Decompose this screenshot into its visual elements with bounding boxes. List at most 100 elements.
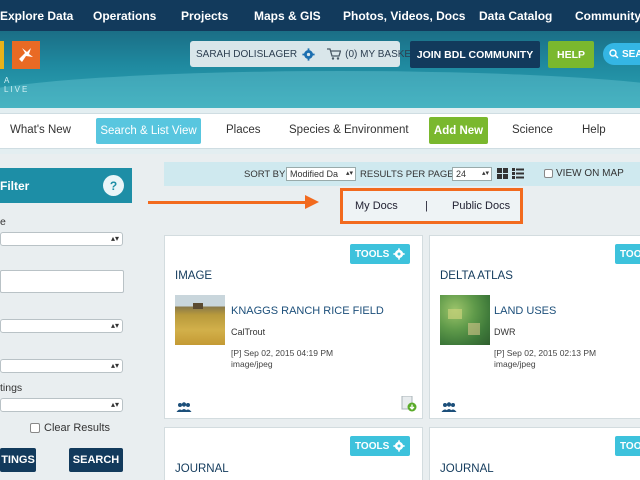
topnav-data-catalog[interactable]: Data Catalog xyxy=(479,9,552,23)
filter-title: Filter xyxy=(0,179,30,193)
topnav-maps-gis[interactable]: Maps & GIS xyxy=(254,9,321,23)
card-mime: image/jpeg xyxy=(231,359,273,369)
sort-by-value: Modified Da xyxy=(290,169,339,179)
card-type: DELTA ATLAS xyxy=(440,270,513,282)
grid-view-icon[interactable] xyxy=(497,168,508,179)
results-toolbar: SORT BY Modified Da ▴▾ RESULTS PER PAGE … xyxy=(164,162,640,186)
card-date: [P] Sep 02, 2015 02:13 PM xyxy=(494,348,597,358)
logo-bird-icon xyxy=(12,41,40,69)
results-per-page-value: 24 xyxy=(456,169,467,179)
subnav-science[interactable]: Science xyxy=(512,124,553,136)
list-view-icon[interactable] xyxy=(512,168,524,179)
chevron-updown-icon: ▴▾ xyxy=(110,400,119,409)
filter-search-button[interactable]: SEARCH xyxy=(69,448,123,472)
chevron-updown-icon: ▴▾ xyxy=(481,170,489,177)
tools-button[interactable]: TOOLS xyxy=(615,244,640,264)
card-thumbnail-land-uses[interactable] xyxy=(440,295,490,345)
tab-my-docs[interactable]: My Docs xyxy=(355,200,398,212)
subnav-species-environment[interactable]: Species & Environment xyxy=(289,124,409,136)
card-org: CalTrout xyxy=(231,327,266,337)
chevron-updown-icon: ▴▾ xyxy=(110,321,119,330)
view-on-map-checkbox[interactable] xyxy=(544,169,553,178)
chevron-updown-icon: ▴▾ xyxy=(345,170,353,177)
filter-text-input[interactable] xyxy=(0,270,124,293)
logo-text: A LIVE xyxy=(4,76,30,94)
tools-label: TOOLS xyxy=(355,248,390,260)
join-community-button[interactable]: JOIN BDL COMMUNITY xyxy=(410,41,540,68)
tools-button[interactable]: TOOLS xyxy=(615,436,640,456)
tools-button[interactable]: TOOLS xyxy=(350,244,411,264)
thumb-patch xyxy=(448,309,462,319)
topnav-operations[interactable]: Operations xyxy=(93,9,156,23)
card-title[interactable]: KNAGGS RANCH RICE FIELD xyxy=(231,305,384,317)
filter-select-3[interactable]: ▴▾ xyxy=(0,359,123,373)
search-icon xyxy=(609,49,619,59)
filter-select-1[interactable]: ▴▾ xyxy=(0,232,123,246)
card-type: JOURNAL xyxy=(440,463,494,475)
topnav-community[interactable]: Community xyxy=(575,9,640,23)
header-search-button[interactable]: SEA xyxy=(603,43,640,65)
user-name[interactable]: SARAH DOLISLAGER xyxy=(196,49,297,60)
card-thumbnail-rice-field[interactable] xyxy=(175,295,225,345)
result-card[interactable]: TOOLS JOURNAL xyxy=(164,427,423,480)
card-type: IMAGE xyxy=(175,270,213,282)
filter-help-icon[interactable]: ? xyxy=(103,175,124,196)
thumb-harvester-shape xyxy=(193,303,203,309)
secondary-nav: What's New Search & List View Places Spe… xyxy=(0,108,640,154)
result-card[interactable]: TOOLS IMAGE KNAGGS RANCH RICE FIELD CalT… xyxy=(164,235,423,419)
filter-select-2[interactable]: ▴▾ xyxy=(0,319,123,333)
basket-icon[interactable] xyxy=(327,48,342,60)
results-per-page-select[interactable]: 24 ▴▾ xyxy=(452,167,492,181)
help-button[interactable]: HELP xyxy=(548,41,594,68)
topnav-projects[interactable]: Projects xyxy=(181,9,228,23)
filter-select-4[interactable]: ▴▾ xyxy=(0,398,123,412)
banner-wave xyxy=(0,71,640,108)
header-search-label: SEA xyxy=(622,48,640,60)
top-nav: Explore Data Operations Projects Maps & … xyxy=(0,0,640,31)
user-menu[interactable]: SARAH DOLISLAGER (0) MY BASKET xyxy=(190,41,417,67)
topnav-explore-data[interactable]: Explore Data xyxy=(0,9,73,23)
chevron-updown-icon: ▴▾ xyxy=(110,234,119,243)
result-card[interactable]: TOOLS JOURNAL xyxy=(429,427,640,480)
results-per-page-label: RESULTS PER PAGE xyxy=(360,169,454,180)
tab-public-docs[interactable]: Public Docs xyxy=(452,200,510,212)
subnav-whats-new[interactable]: What's New xyxy=(10,124,71,136)
doc-tabs-highlight: My Docs | Public Docs xyxy=(340,188,523,224)
site-logo[interactable]: A LIVE xyxy=(0,41,40,94)
filter-label-settings: tings xyxy=(0,382,23,394)
clear-results-option[interactable]: Clear Results xyxy=(30,422,110,434)
gear-icon xyxy=(393,440,405,452)
subnav-search-list-view[interactable]: Search & List View xyxy=(96,118,201,144)
card-title[interactable]: LAND USES xyxy=(494,305,556,317)
people-icon[interactable] xyxy=(176,399,192,412)
sort-by-select[interactable]: Modified Da ▴▾ xyxy=(286,167,356,181)
tools-button[interactable]: TOOLS xyxy=(350,436,411,456)
basket-link[interactable]: (0) MY BASKET xyxy=(345,49,417,60)
annotation-arrow-head xyxy=(305,195,319,209)
tools-label: TOOLS xyxy=(620,248,640,260)
logo-yellow-block xyxy=(0,41,4,69)
clear-results-checkbox[interactable] xyxy=(30,423,40,433)
card-type: JOURNAL xyxy=(175,463,229,475)
subnav-add-new[interactable]: Add New xyxy=(429,117,488,144)
filter-label-type: e xyxy=(0,216,6,228)
subnav-help[interactable]: Help xyxy=(582,124,606,136)
topnav-photos-videos-docs[interactable]: Photos, Videos, Docs xyxy=(343,9,465,23)
result-card[interactable]: TOOLS DELTA ATLAS LAND USES DWR [P] Sep … xyxy=(429,235,640,419)
chevron-updown-icon: ▴▾ xyxy=(110,361,119,370)
save-settings-button[interactable]: TINGS xyxy=(0,448,36,472)
gear-icon[interactable] xyxy=(302,47,315,61)
filter-header: Filter ? xyxy=(0,168,132,203)
card-mime: image/jpeg xyxy=(494,359,536,369)
download-file-icon[interactable] xyxy=(401,396,417,412)
tab-separator: | xyxy=(425,200,428,212)
card-date: [P] Sep 02, 2015 04:19 PM xyxy=(231,348,334,358)
gear-icon xyxy=(393,248,405,260)
clear-results-label: Clear Results xyxy=(44,422,111,434)
people-icon[interactable] xyxy=(441,399,457,412)
tools-label: TOOLS xyxy=(620,440,640,452)
subnav-places[interactable]: Places xyxy=(226,124,261,136)
card-org: DWR xyxy=(494,327,516,337)
secondary-nav-bar: What's New Search & List View Places Spe… xyxy=(0,113,640,149)
view-on-map-label: VIEW ON MAP xyxy=(556,168,624,179)
